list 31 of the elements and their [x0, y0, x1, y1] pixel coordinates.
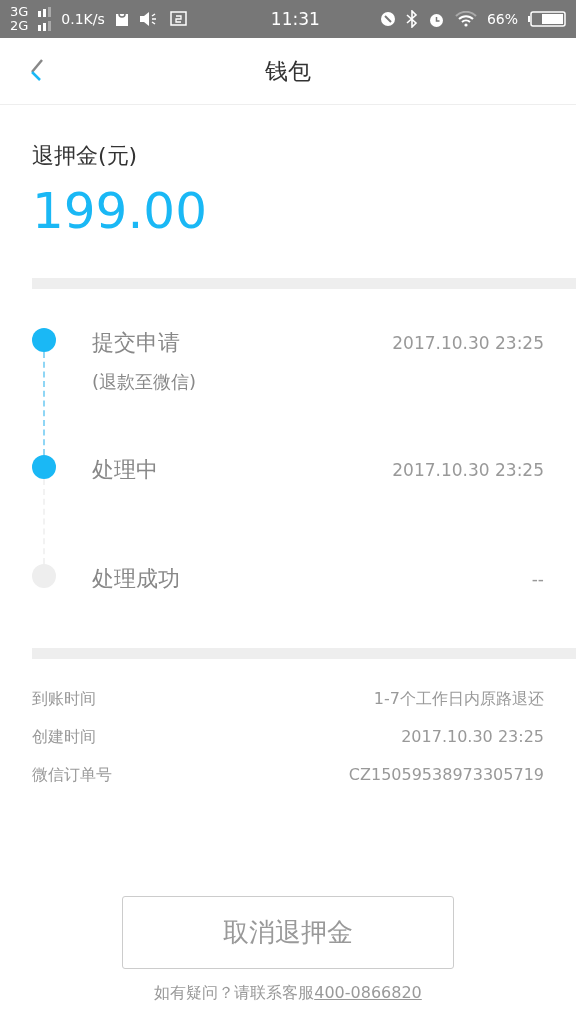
screenshot-icon	[168, 10, 189, 28]
cancel-deposit-button[interactable]: 取消退押金	[122, 896, 454, 969]
deposit-amount: 199.00	[32, 183, 208, 239]
detail-label: 微信订单号	[32, 765, 112, 786]
step-note: (退款至微信)	[92, 370, 198, 394]
deposit-label: 退押金(元)	[32, 142, 139, 170]
step-title: 处理成功	[92, 565, 180, 593]
clock-time: 11:31	[270, 9, 321, 29]
step-time: --	[531, 569, 544, 589]
step-title: 提交申请	[92, 329, 180, 357]
phone-link[interactable]: 400-0866820	[314, 983, 422, 1002]
battery-percent: 66%	[486, 11, 518, 27]
volume-icon	[138, 11, 159, 27]
step-time: 2017.10.30 23:25	[392, 460, 544, 480]
page-title: 钱包	[265, 56, 311, 86]
network-label: 2G	[10, 19, 29, 33]
detail-label: 创建时间	[32, 727, 96, 748]
battery-icon	[528, 11, 566, 27]
network-label: 3G	[10, 5, 29, 19]
signal-icon	[38, 7, 52, 31]
detail-value: CZ15059538973305719	[348, 765, 544, 786]
network-speed: 0.1K/s	[61, 11, 105, 27]
step-time: 2017.10.30 23:25	[392, 333, 544, 353]
detail-value: 2017.10.30 23:25	[401, 727, 544, 748]
help-text: 如有疑问？请联系客服400-0866820	[154, 983, 422, 1004]
bag-icon	[114, 11, 129, 27]
bluetooth-icon	[405, 10, 418, 28]
detail-value: 1-7个工作日内原路退还	[373, 689, 544, 710]
detail-label: 到账时间	[32, 689, 96, 710]
step-title: 处理中	[92, 456, 158, 484]
wifi-icon	[454, 11, 477, 27]
